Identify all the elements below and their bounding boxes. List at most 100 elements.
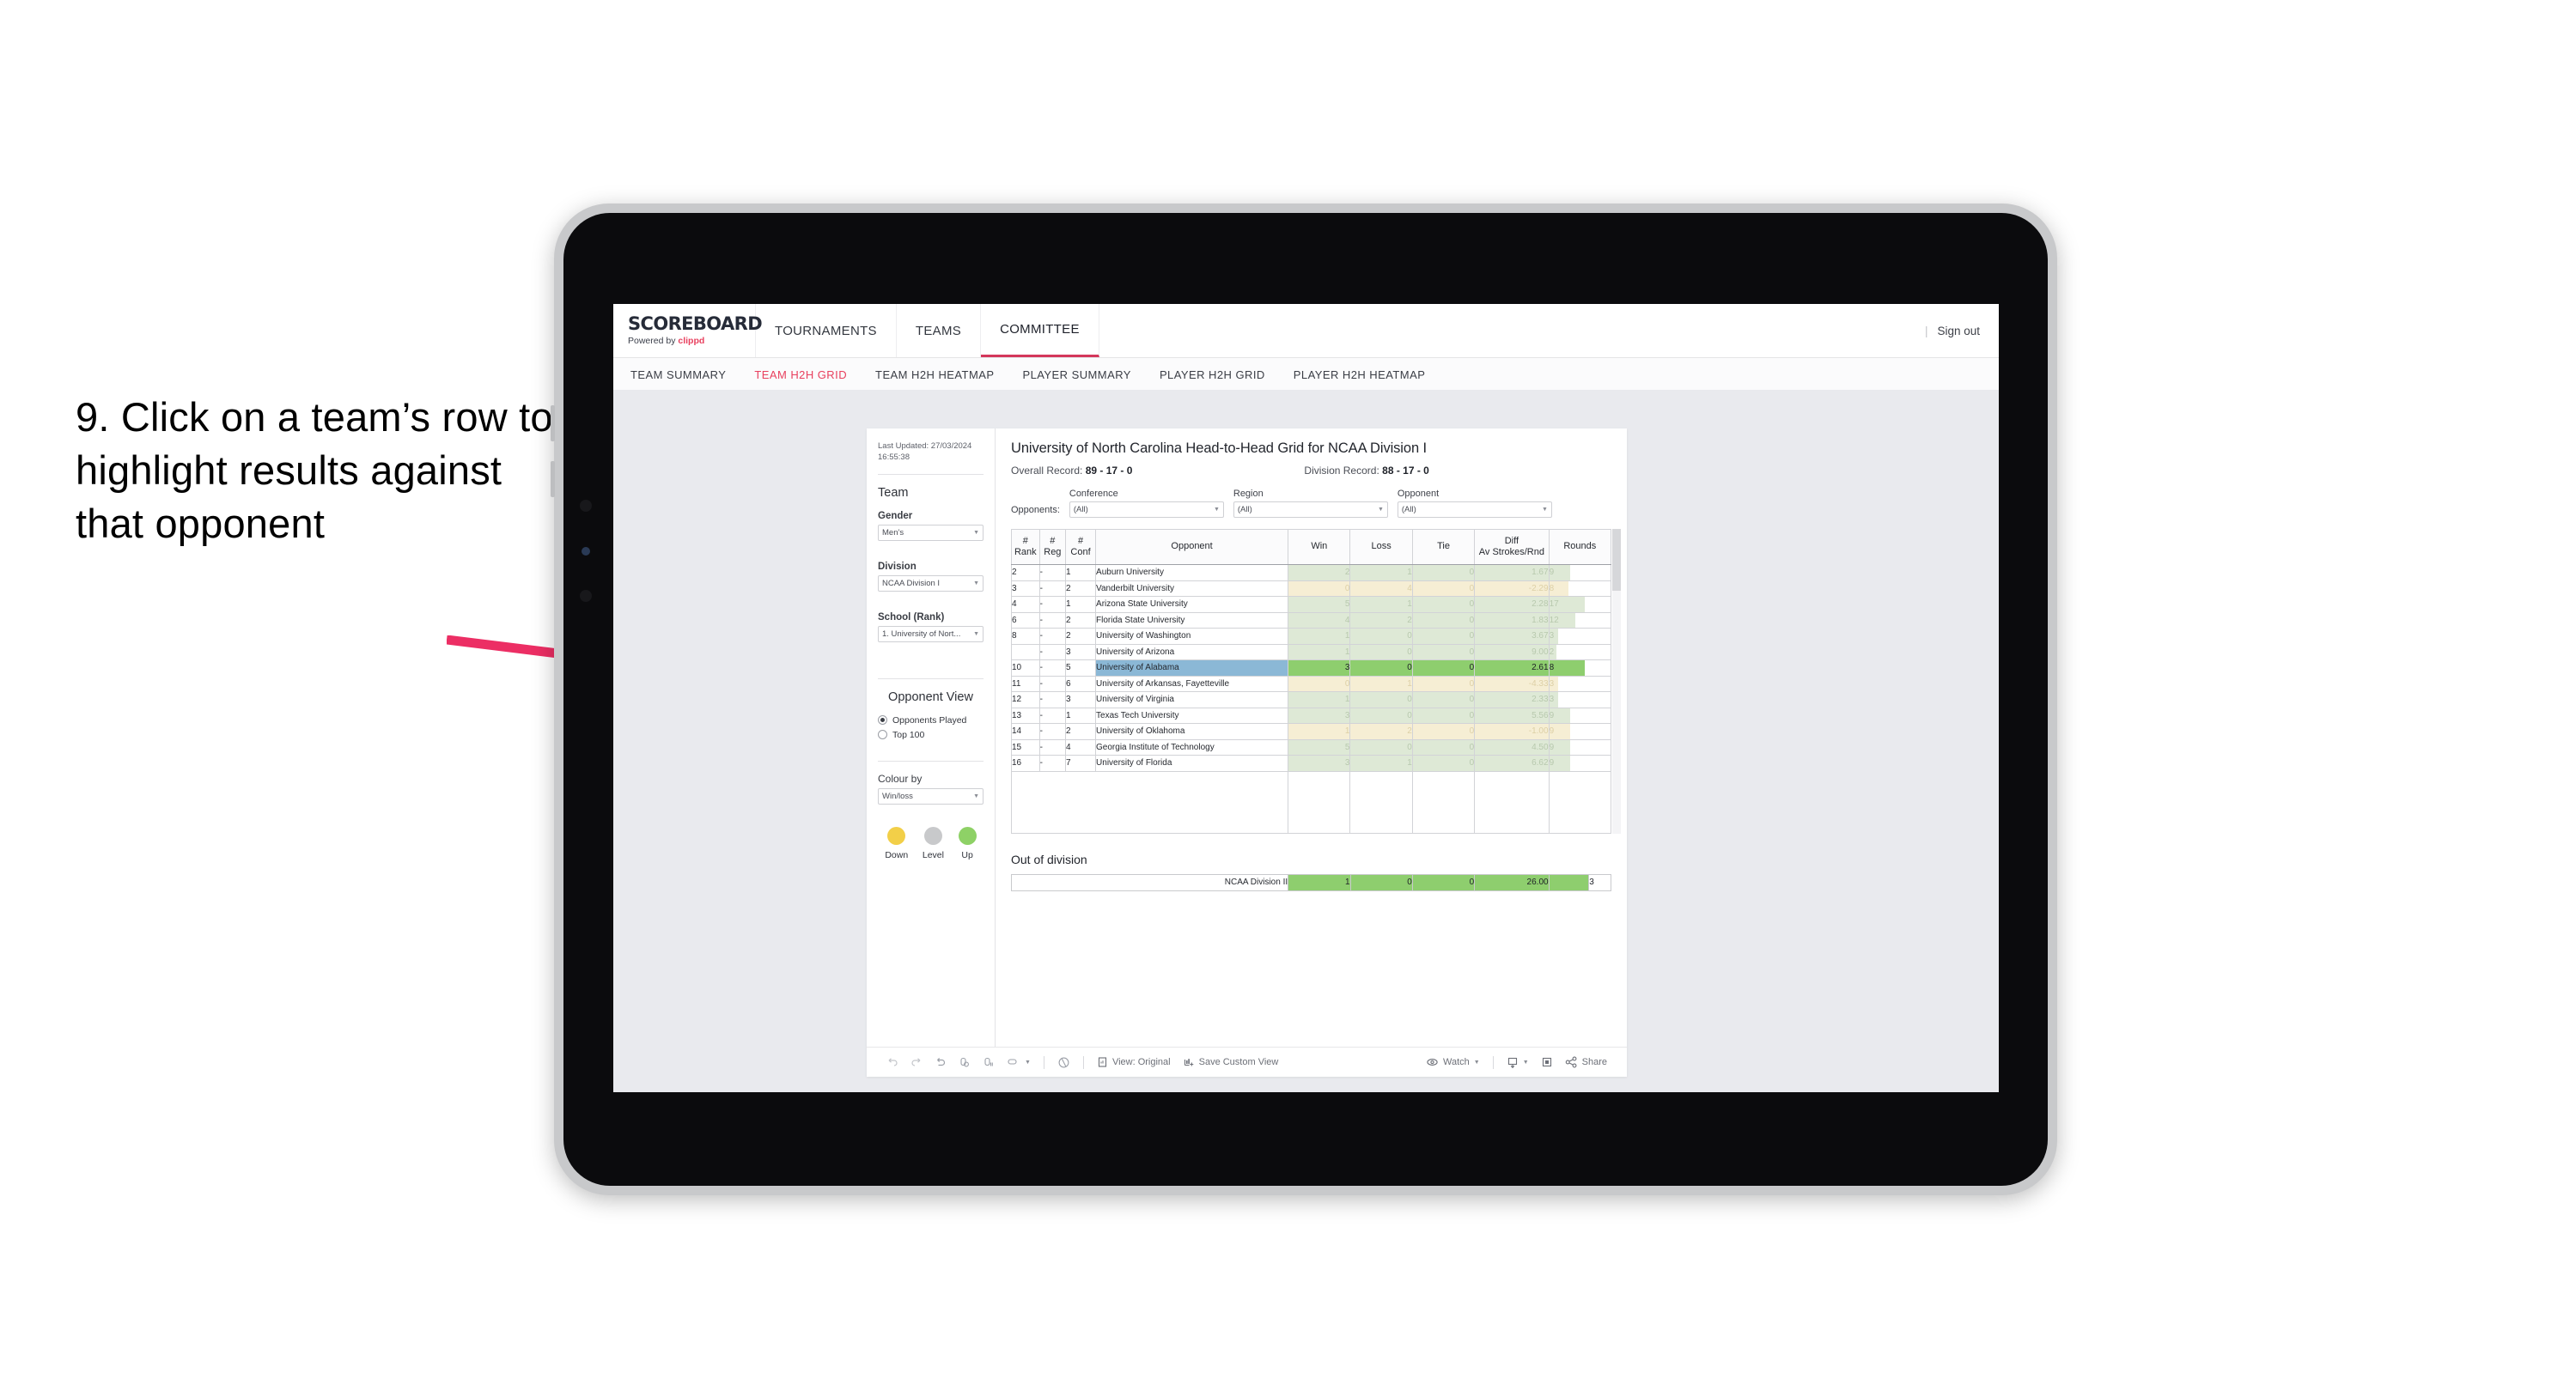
col-loss-label: Loss bbox=[1371, 541, 1392, 552]
undo-button[interactable] bbox=[880, 1056, 904, 1068]
cell-diff: 3.67 bbox=[1474, 628, 1550, 645]
cell-conf: 4 bbox=[1065, 738, 1097, 756]
table-row[interactable]: 14-2 University of Oklahoma 1 2 0 -1.00 9 bbox=[1011, 723, 1612, 740]
viz-toolbar: ▼ View: Original Save Custom View Watch … bbox=[867, 1047, 1627, 1077]
chevron-down-icon: ▼ bbox=[973, 529, 979, 536]
gender-label: Gender bbox=[878, 510, 913, 521]
table-row[interactable]: 4-1 Arizona State University 5 1 0 2.28 17 bbox=[1011, 596, 1612, 613]
revert-button[interactable] bbox=[929, 1056, 953, 1068]
cell-rank: 3 bbox=[1011, 580, 1040, 597]
gender-select[interactable]: Men’s ▼ bbox=[878, 524, 984, 541]
legend-swatch-up bbox=[958, 826, 977, 845]
table-row[interactable]: 10-5 University of Alabama 3 0 0 2.61 8 bbox=[1011, 659, 1612, 677]
device-preview-button[interactable]: ▼ bbox=[1001, 1056, 1037, 1068]
cell-loss: 0 bbox=[1349, 738, 1413, 756]
cell-rounds: 9 bbox=[1548, 564, 1612, 581]
table-row[interactable]: 6-2 Florida State University 4 2 0 1.83 12 bbox=[1011, 611, 1612, 629]
instruction-annotation: 9. Click on a team’s row to highlight re… bbox=[76, 394, 553, 547]
dashboard-card: Last Updated: 27/03/2024 16:55:38 Team G… bbox=[867, 428, 1627, 1077]
out-of-division-heading: Out of division bbox=[1011, 852, 1087, 866]
sign-out-link[interactable]: Sign out bbox=[1937, 325, 1980, 337]
tab-team-summary[interactable]: TEAM SUMMARY bbox=[630, 368, 726, 381]
tab-player-summary[interactable]: PLAYER SUMMARY bbox=[1022, 368, 1130, 381]
colour-by-select[interactable]: Win/loss ▼ bbox=[878, 787, 984, 805]
ood-loss: 0 bbox=[1349, 873, 1413, 891]
cell-rounds: 3 bbox=[1548, 628, 1612, 645]
cell-rank: 12 bbox=[1011, 691, 1040, 708]
table-row[interactable]: 12-3 University of Virginia 1 0 0 2.33 3 bbox=[1011, 691, 1612, 708]
tab-team-h2h-heatmap[interactable]: TEAM H2H HEATMAP bbox=[875, 368, 994, 381]
filter-conference-select[interactable]: (All) ▼ bbox=[1069, 501, 1224, 518]
table-row[interactable]: 13-1 Texas Tech University 3 0 0 5.56 9 bbox=[1011, 707, 1612, 724]
radio-opponents-played[interactable]: Opponents Played bbox=[878, 715, 984, 726]
table-row[interactable]: 11-6 University of Arkansas, Fayetteville… bbox=[1011, 675, 1612, 692]
view-original-label: View: Original bbox=[1111, 1057, 1171, 1067]
cell-reg: - bbox=[1038, 596, 1067, 613]
team-heading: Team bbox=[878, 485, 909, 500]
legend-label-level: Level bbox=[922, 849, 944, 860]
chevron-down-icon: ▼ bbox=[1213, 507, 1220, 513]
pause-auto-update-button[interactable] bbox=[1051, 1056, 1076, 1069]
cell-tie: 0 bbox=[1411, 755, 1476, 772]
cell-reg: - bbox=[1038, 755, 1067, 772]
col-win: Win bbox=[1288, 529, 1351, 565]
filter-opponent-select[interactable]: (All) ▼ bbox=[1397, 501, 1552, 518]
table-row[interactable]: 8-2 University of Washington 1 0 0 3.67 3 bbox=[1011, 628, 1612, 645]
chevron-down-icon: ▼ bbox=[973, 580, 979, 586]
redo-button[interactable] bbox=[904, 1056, 929, 1068]
table-row[interactable]: 15-4 Georgia Institute of Technology 5 0 0 4.… bbox=[1011, 738, 1612, 756]
legend-label-down: Down bbox=[885, 849, 909, 860]
last-updated-label: Last Updated: 27/03/2024 16:55:38 bbox=[878, 441, 972, 463]
top-nav-committee[interactable]: COMMITTEE bbox=[981, 304, 1099, 357]
cell-tie: 0 bbox=[1411, 691, 1476, 708]
cell-conf: 2 bbox=[1065, 628, 1097, 645]
cell-opponent: University of Washington bbox=[1095, 628, 1289, 645]
top-nav-teams[interactable]: TEAMS bbox=[897, 304, 982, 357]
table-row[interactable]: -3 University of Arizona 1 0 0 9.00 2 bbox=[1011, 643, 1612, 660]
tab-team-h2h-grid[interactable]: TEAM H2H GRID bbox=[754, 368, 847, 381]
top-nav-tournaments[interactable]: TOURNAMENTS bbox=[756, 304, 897, 357]
download-button[interactable]: ▼ bbox=[1501, 1056, 1535, 1069]
cell-conf: 1 bbox=[1065, 564, 1097, 581]
view-original-button[interactable]: View: Original bbox=[1091, 1056, 1177, 1068]
out-of-division-row[interactable]: NCAA Division II 1 0 0 26.00 3 bbox=[1010, 873, 1611, 891]
tab-player-h2h-heatmap[interactable]: PLAYER H2H HEATMAP bbox=[1294, 368, 1426, 381]
out-of-division-body: NCAA Division II 1 0 0 26.00 3 bbox=[1010, 873, 1611, 891]
divider: | bbox=[1924, 324, 1928, 337]
grid-scrollbar-thumb[interactable] bbox=[1612, 529, 1621, 591]
filter-opponent-label: Opponent bbox=[1397, 489, 1440, 499]
division-select[interactable]: NCAA Division I ▼ bbox=[878, 574, 984, 592]
watch-button[interactable]: Watch ▼ bbox=[1420, 1056, 1486, 1068]
radio-top-100[interactable]: Top 100 bbox=[878, 730, 984, 740]
tablet-button-top bbox=[551, 405, 555, 441]
fullscreen-button[interactable] bbox=[1535, 1056, 1559, 1068]
save-custom-view-button[interactable]: Save Custom View bbox=[1177, 1056, 1285, 1068]
ood-label: NCAA Division II bbox=[1010, 873, 1289, 891]
table-row[interactable]: 2-1 Auburn University 2 1 0 1.67 9 bbox=[1011, 564, 1612, 581]
filter-region-select[interactable]: (All) ▼ bbox=[1233, 501, 1388, 518]
table-row[interactable]: 3-2 Vanderbilt University 0 4 0 -2.29 8 bbox=[1011, 580, 1612, 597]
ood-tie: 0 bbox=[1411, 873, 1476, 891]
col-rank: # Rank bbox=[1011, 529, 1040, 565]
main-content: University of North Carolina Head-to-Hea… bbox=[996, 428, 1627, 1047]
table-row[interactable]: 16-7 University of Florida 3 1 0 6.62 9 bbox=[1011, 755, 1612, 772]
chevron-down-icon: ▼ bbox=[1473, 1059, 1480, 1066]
cell-loss: 0 bbox=[1349, 643, 1413, 660]
cell-reg: - bbox=[1038, 675, 1067, 692]
tab-player-h2h-grid[interactable]: PLAYER H2H GRID bbox=[1160, 368, 1265, 381]
cell-opponent: Georgia Institute of Technology bbox=[1095, 738, 1289, 756]
divider-1 bbox=[878, 473, 984, 475]
overall-record: Overall Record: 89 - 17 - 0 bbox=[1011, 465, 1132, 477]
legend-up: Up bbox=[958, 826, 977, 860]
cell-opponent: Florida State University bbox=[1095, 611, 1289, 629]
school-select[interactable]: 1. University of Nort... ▼ bbox=[878, 625, 984, 642]
pause-updates-button[interactable] bbox=[977, 1056, 1001, 1068]
refresh-data-button[interactable] bbox=[953, 1056, 977, 1068]
overall-record-label: Overall Record: bbox=[1011, 465, 1083, 477]
share-button[interactable]: Share bbox=[1559, 1056, 1613, 1068]
watch-label: Watch bbox=[1443, 1057, 1470, 1067]
workspace: Last Updated: 27/03/2024 16:55:38 Team G… bbox=[613, 390, 1999, 1092]
h2h-grid-table: # Rank # Reg # Conf Opponent Win Loss Tie D… bbox=[1010, 529, 1612, 834]
cell-loss: 1 bbox=[1349, 675, 1413, 692]
